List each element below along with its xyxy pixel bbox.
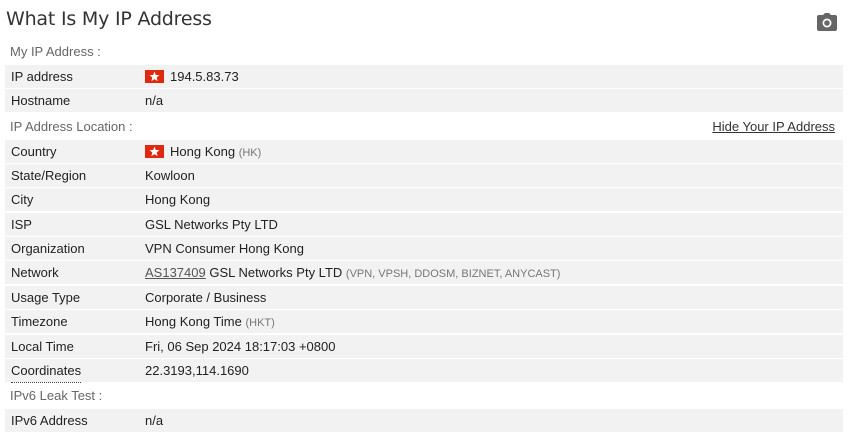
- ip-address-value: 194.5.83.73: [170, 69, 239, 84]
- network-value: GSL Networks Pty LTD: [209, 265, 343, 280]
- row-country: Country Hong Kong (HK): [5, 140, 843, 163]
- row-value: 194.5.83.73: [145, 65, 239, 88]
- row-label: Timezone: [11, 314, 68, 329]
- row-label: IP address: [11, 69, 73, 84]
- local-time-value: Fri, 06 Sep 2024 18:17:03 +0800: [145, 339, 336, 354]
- country-value: Hong Kong: [170, 144, 236, 159]
- row-hostname: Hostname n/a: [5, 89, 843, 112]
- network-tags: (VPN, VPSH, DDOSM, BIZNET, ANYCAST): [345, 268, 561, 280]
- row-value: Hong Kong Time (HKT): [145, 310, 275, 335]
- section-label: IP Address Location :: [10, 119, 133, 134]
- row-label: ISP: [11, 217, 32, 232]
- row-city: City Hong Kong: [5, 188, 843, 211]
- timezone-abbr: (HKT): [245, 317, 275, 329]
- timezone-value: Hong Kong Time: [145, 314, 242, 329]
- row-label: Hostname: [11, 93, 71, 108]
- row-coordinates: Coordinates 22.3193,114.1690: [5, 359, 843, 383]
- asn-link[interactable]: AS137409: [145, 265, 206, 280]
- row-isp: ISP GSL Networks Pty LTD: [5, 213, 843, 236]
- hong-kong-flag-icon: [145, 145, 164, 158]
- row-label: Country: [11, 144, 57, 159]
- row-label: Organization: [11, 241, 85, 256]
- row-label: Usage Type: [11, 290, 81, 305]
- city-value: Hong Kong: [145, 192, 211, 207]
- country-code: (HK): [238, 147, 262, 159]
- section-location: IP Address Location : Hide Your IP Addre…: [5, 115, 843, 139]
- state-value: Kowloon: [145, 168, 195, 183]
- organization-value: VPN Consumer Hong Kong: [145, 241, 304, 256]
- row-label[interactable]: Coordinates: [11, 359, 82, 383]
- section-label: IPv6 Leak Test :: [10, 388, 103, 403]
- row-ip-address: IP address 194.5.83.73: [5, 65, 843, 88]
- usage-type-value: Corporate / Business: [145, 290, 267, 305]
- row-label: IPv6 Address: [11, 413, 88, 428]
- section-label: My IP Address :: [10, 44, 101, 59]
- row-timezone: Timezone Hong Kong Time (HKT): [5, 310, 843, 333]
- row-label: Local Time: [11, 339, 74, 354]
- section-ipv6: IPv6 Leak Test :: [5, 384, 843, 408]
- row-local-time: Local Time Fri, 06 Sep 2024 18:17:03 +08…: [5, 335, 843, 358]
- hide-ip-link[interactable]: Hide Your IP Address: [712, 115, 835, 139]
- hong-kong-flag-icon: [145, 70, 164, 83]
- row-ipv6-address: IPv6 Address n/a: [5, 409, 843, 432]
- row-state: State/Region Kowloon: [5, 164, 843, 187]
- coordinates-value: 22.3193,114.1690: [145, 363, 249, 378]
- ipv6-address-value: n/a: [145, 413, 164, 428]
- isp-value: GSL Networks Pty LTD: [145, 217, 278, 232]
- hostname-value: n/a: [145, 93, 164, 108]
- section-my-ip: My IP Address :: [5, 40, 843, 64]
- camera-icon[interactable]: [817, 13, 837, 31]
- row-usage-type: Usage Type Corporate / Business: [5, 286, 843, 309]
- row-network: Network AS137409 GSL Networks Pty LTD (V…: [5, 261, 843, 284]
- row-label: Network: [11, 265, 59, 280]
- row-organization: Organization VPN Consumer Hong Kong: [5, 237, 843, 260]
- page-title: What Is My IP Address: [6, 8, 212, 30]
- row-label: City: [11, 192, 34, 207]
- row-value: Hong Kong (HK): [145, 140, 261, 165]
- row-value: AS137409 GSL Networks Pty LTD (VPN, VPSH…: [145, 261, 560, 286]
- row-label: State/Region: [11, 168, 87, 183]
